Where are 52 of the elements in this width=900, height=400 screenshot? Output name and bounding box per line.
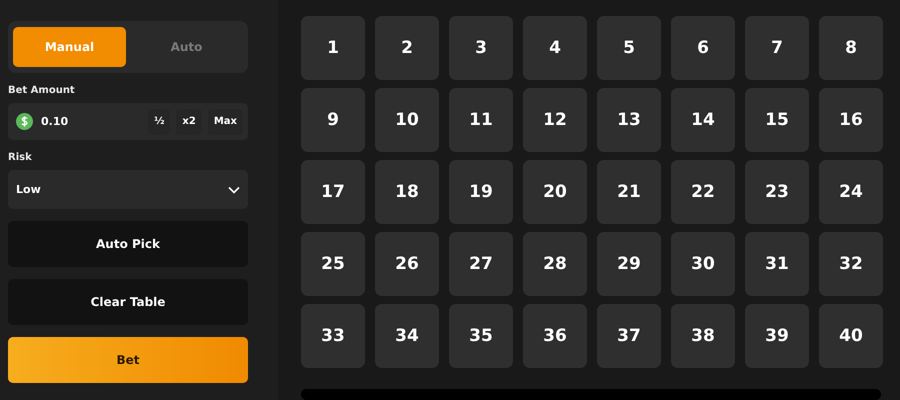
number-tile[interactable]: 29 bbox=[597, 232, 661, 296]
number-tile[interactable]: 30 bbox=[671, 232, 735, 296]
number-tile[interactable]: 21 bbox=[597, 160, 661, 224]
number-tile[interactable]: 18 bbox=[375, 160, 439, 224]
number-tile[interactable]: 3 bbox=[449, 16, 513, 80]
number-tile[interactable]: 6 bbox=[671, 16, 735, 80]
amount-button[interactable]: ½ bbox=[148, 108, 170, 134]
number-tile[interactable]: 38 bbox=[671, 304, 735, 368]
number-tile[interactable]: 27 bbox=[449, 232, 513, 296]
risk-select[interactable]: Low bbox=[8, 170, 248, 209]
number-tile[interactable]: 11 bbox=[449, 88, 513, 152]
chevron-down-icon bbox=[228, 186, 240, 194]
field-label: Bet Amount bbox=[8, 85, 76, 96]
action-button[interactable]: Auto Pick bbox=[8, 221, 248, 267]
amount-button[interactable]: x2 bbox=[176, 108, 202, 134]
number-tile[interactable]: 36 bbox=[523, 304, 587, 368]
bet-button[interactable]: Bet bbox=[8, 337, 248, 383]
number-tile[interactable]: 26 bbox=[375, 232, 439, 296]
number-tile[interactable]: 31 bbox=[745, 232, 809, 296]
field-label: Risk bbox=[8, 152, 33, 163]
number-tile[interactable]: 39 bbox=[745, 304, 809, 368]
number-tile[interactable]: 20 bbox=[523, 160, 587, 224]
number-tile[interactable]: 4 bbox=[523, 16, 587, 80]
number-tile[interactable]: 12 bbox=[523, 88, 587, 152]
action-button[interactable]: Clear Table bbox=[8, 279, 248, 325]
number-tile[interactable]: 14 bbox=[671, 88, 735, 152]
number-tile[interactable]: 2 bbox=[375, 16, 439, 80]
number-tile[interactable]: 35 bbox=[449, 304, 513, 368]
dollar-coin-icon bbox=[16, 113, 33, 130]
amount-button[interactable]: Max bbox=[208, 108, 243, 134]
number-tile[interactable]: 25 bbox=[301, 232, 365, 296]
number-tile[interactable]: 9 bbox=[301, 88, 365, 152]
number-tile[interactable]: 24 bbox=[819, 160, 883, 224]
number-tile[interactable]: 16 bbox=[819, 88, 883, 152]
number-tile[interactable]: 8 bbox=[819, 16, 883, 80]
number-tile[interactable]: 5 bbox=[597, 16, 661, 80]
number-tile[interactable]: 40 bbox=[819, 304, 883, 368]
number-tile[interactable]: 23 bbox=[745, 160, 809, 224]
number-tile[interactable]: 7 bbox=[745, 16, 809, 80]
number-tile[interactable]: 22 bbox=[671, 160, 735, 224]
number-tile[interactable]: 10 bbox=[375, 88, 439, 152]
number-tile[interactable]: 1 bbox=[301, 16, 365, 80]
bet-amount-field[interactable]: 0.10 ½ x2 Max bbox=[8, 103, 248, 140]
number-tile[interactable]: 13 bbox=[597, 88, 661, 152]
number-tile[interactable]: 37 bbox=[597, 304, 661, 368]
number-tile[interactable]: 17 bbox=[301, 160, 365, 224]
number-tile[interactable]: 19 bbox=[449, 160, 513, 224]
number-tile[interactable]: 33 bbox=[301, 304, 365, 368]
number-tile[interactable]: 34 bbox=[375, 304, 439, 368]
number-tile[interactable]: 32 bbox=[819, 232, 883, 296]
number-tile[interactable]: 28 bbox=[523, 232, 587, 296]
number-tile[interactable]: 15 bbox=[745, 88, 809, 152]
